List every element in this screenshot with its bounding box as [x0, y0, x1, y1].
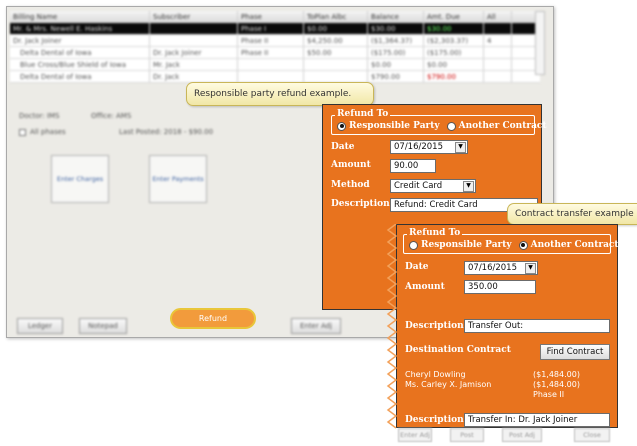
radio-selected-icon [337, 121, 346, 131]
contract-name: Cheryl Dowling [405, 370, 466, 379]
method-value: Credit Card [394, 181, 443, 191]
contract-name-amount: ($1,484.00) [533, 370, 580, 379]
chevron-down-icon[interactable]: ▼ [455, 141, 466, 153]
table-row[interactable]: Blue Cross/Blue Shield of Iowa Mr. Jack $0… [10, 59, 540, 71]
col-toplan[interactable]: ToPlan Albc [304, 11, 368, 22]
transfer-refund-to-legend: Refund To [407, 228, 463, 238]
table-row[interactable]: Dr. Jack Joiner Phase II $4,250.00 ($1,364.… [10, 35, 540, 47]
transfer-date-label: Date [405, 262, 429, 272]
amount-field[interactable]: 90.00 [390, 159, 436, 173]
col-amt-due[interactable]: Amt. Due [424, 11, 484, 22]
amount-label: Amount [331, 160, 371, 170]
enter-payments-button[interactable]: Enter Payments [149, 155, 207, 203]
refund-callout-text: Responsible party refund example. [194, 89, 352, 99]
doctor-label: Doctor: IMS [19, 112, 60, 120]
chevron-down-icon[interactable]: ▼ [525, 262, 536, 274]
enter-adj-button-faded[interactable]: Enter Adj [398, 428, 432, 442]
radio-another-contract[interactable]: Another Contract [518, 240, 619, 250]
refund-button[interactable]: Refund [170, 308, 256, 329]
transfer-in-description-field[interactable]: Transfer In: Dr. Jack Joiner [464, 413, 610, 427]
col-subscriber[interactable]: Subscriber [150, 11, 238, 22]
description-label: Description [331, 199, 390, 209]
grid-header: Billing Name Subscriber Phase ToPlan Alb… [10, 11, 540, 23]
transfer-dialog: Refund To Responsible Party Another Cont… [396, 224, 619, 428]
contract-subscriber: Ms. Carley X. Jamison [405, 380, 492, 389]
table-row[interactable]: Delta Dental of Iowa Dr. Jack Joiner Phase… [10, 47, 540, 59]
transfer-date-picker[interactable]: 07/16/2015 ▼ [464, 261, 538, 275]
col-phase[interactable]: Phase [238, 11, 304, 22]
refund-callout: Responsible party refund example. [186, 82, 374, 106]
chevron-down-icon[interactable]: ▼ [463, 180, 474, 192]
all-phases-label: All phases [30, 128, 66, 136]
radio-responsible-party[interactable]: Responsible Party [409, 240, 512, 250]
all-phases-checkbox[interactable]: All phases [19, 128, 66, 136]
transfer-refund-to-options: Responsible Party Another Contract [409, 240, 619, 250]
transfer-out-description-label: Description [405, 321, 464, 331]
col-billing-name[interactable]: Billing Name [10, 11, 150, 22]
radio-unselected-icon [409, 240, 418, 250]
method-select[interactable]: Credit Card ▼ [390, 179, 476, 193]
destination-contract-label: Destination Contract [405, 345, 511, 355]
torn-edge-decoration [386, 224, 398, 429]
enter-charges-button[interactable]: Enter Charges [51, 155, 109, 203]
refund-button-label: Refund [198, 314, 228, 323]
transfer-date-value: 07/16/2015 [468, 263, 517, 273]
col-all[interactable]: All [484, 11, 512, 22]
refund-to-options: Responsible Party Another Contract [337, 121, 547, 131]
radio-unselected-icon [446, 121, 456, 131]
find-contract-button[interactable]: Find Contract [540, 344, 610, 360]
post-button[interactable]: Post [450, 428, 484, 442]
post-adj-button[interactable]: Post Adj [502, 428, 542, 442]
transfer-amount-label: Amount [405, 282, 445, 292]
transfer-amount-field[interactable]: 350.00 [464, 280, 536, 294]
transfer-out-description-field[interactable]: Transfer Out: [464, 319, 610, 333]
transfer-callout: Contract transfer example [507, 203, 637, 225]
notepad-button[interactable]: Notepad [79, 318, 127, 334]
ledger-button[interactable]: Ledger [17, 318, 63, 334]
last-posted-label: Last Posted: 2018 - $90.00 [119, 128, 214, 136]
radio-another-contract[interactable]: Another Contract [446, 121, 547, 131]
grid-scrollbar[interactable] [535, 11, 545, 75]
contract-phase: Phase II [533, 390, 565, 399]
enter-adj-button[interactable]: Enter Adj [291, 318, 341, 334]
transfer-in-description-label: Description [405, 415, 464, 425]
date-value: 07/16/2015 [394, 142, 443, 152]
transfer-callout-text: Contract transfer example [515, 209, 634, 219]
date-label: Date [331, 142, 355, 152]
billing-grid: Billing Name Subscriber Phase ToPlan Alb… [10, 11, 540, 83]
close-button[interactable]: Close [574, 428, 610, 442]
radio-selected-icon [518, 240, 528, 250]
col-balance[interactable]: Balance [368, 11, 424, 22]
radio-responsible-party[interactable]: Responsible Party [337, 121, 440, 131]
office-label: Office: AMS [91, 112, 132, 120]
date-picker[interactable]: 07/16/2015 ▼ [390, 140, 468, 154]
refund-to-legend: Refund To [335, 109, 391, 119]
table-row[interactable]: Mr. & Mrs. Newell E. Haskins Phase I $0.00… [10, 23, 540, 35]
contract-subscriber-amount: ($1,484.00) [533, 380, 580, 389]
checkbox-box[interactable] [19, 128, 26, 136]
method-label: Method [331, 180, 370, 190]
